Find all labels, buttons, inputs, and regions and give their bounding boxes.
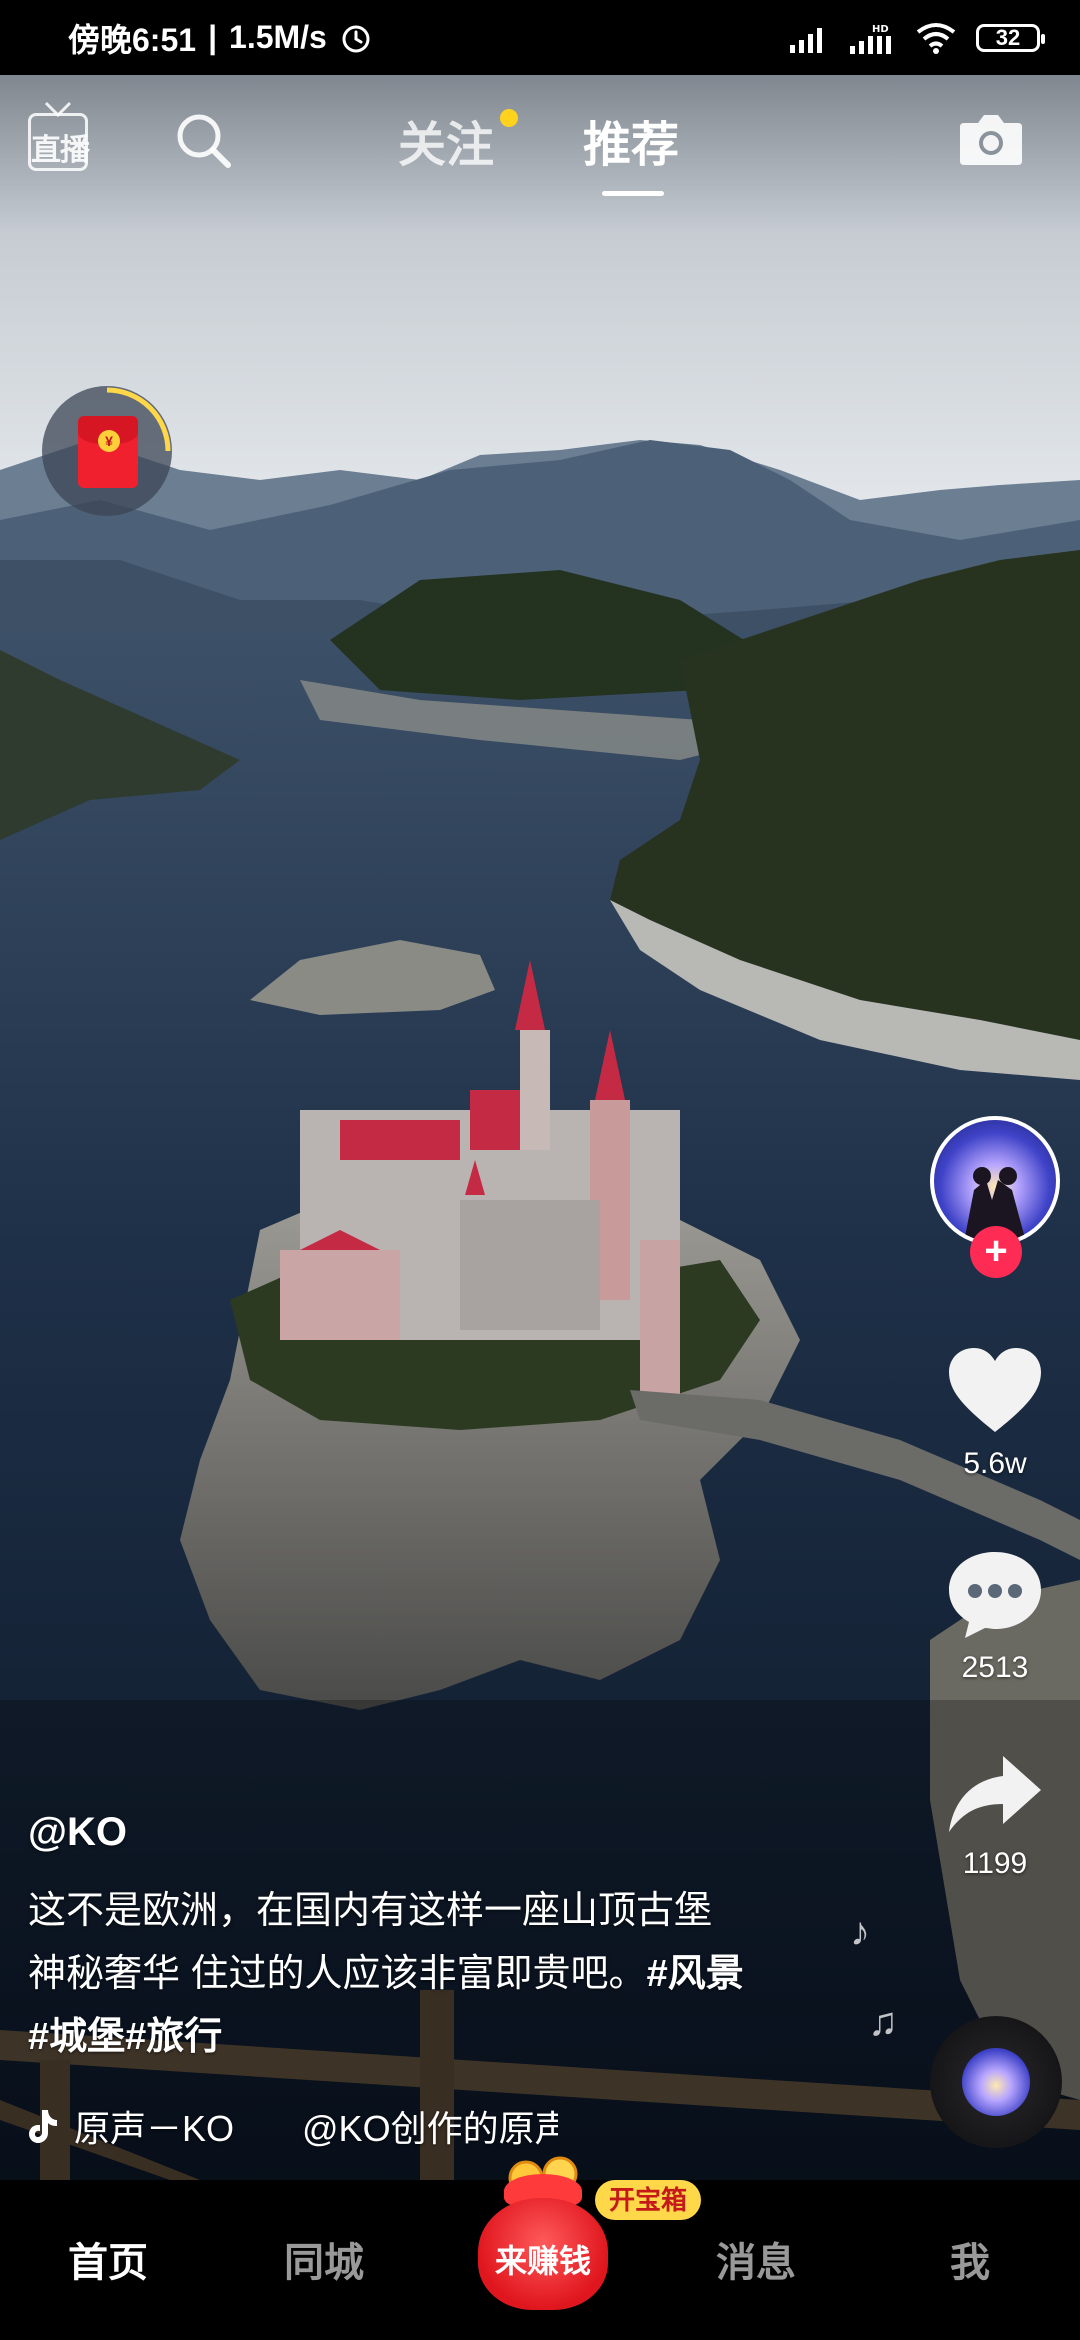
hashtag-scenery[interactable]: #风景 [647,1953,744,1995]
battery-indicator: 32 [976,23,1045,52]
video-caption: 这不是欧洲，在国内有这样一座山顶古堡 神秘奢华 住过的人应该非富即贵吧。#风景 … [28,1880,828,2069]
follow-notification-dot [500,109,518,127]
avatar-silhouette-icon [964,1167,1026,1242]
follow-author-button[interactable]: + [970,1226,1022,1278]
earn-label: 来赚钱 [494,2243,591,2279]
status-left: 傍晚6:51 | 1.5M/s [68,15,373,61]
earn-money-button[interactable]: 来赚钱 [474,2156,612,2320]
caption-line-2: 神秘奢华 住过的人应该非富即贵吧。 [28,1953,647,1995]
battery-level: 32 [995,24,1021,50]
comment-button[interactable]: 2513 [935,1548,1055,1685]
hashtag-travel[interactable]: #旅行 [125,2016,222,2058]
camera-icon [960,115,1022,165]
like-count: 5.6w [963,1447,1027,1480]
comment-bubble-icon [949,1552,1041,1638]
camera-button[interactable] [958,109,1024,169]
tiktok-note-icon [29,2110,57,2143]
network-speed: 1.5M/s [229,19,327,55]
signal-icon [790,27,822,53]
caption-line-1: 这不是欧洲，在国内有这样一座山顶古堡 [28,1890,713,1932]
music-disc[interactable] [930,2016,1062,2148]
music-note-icon: ♪ [850,1910,870,1954]
svg-text:HD: HD [872,24,889,35]
hd-signal-icon: HD [850,24,891,54]
video-frame[interactable] [0,0,1080,2180]
open-chest-badge[interactable]: 开宝箱 [595,2180,702,2220]
search-icon [177,114,231,168]
tab-recommend[interactable]: 推荐 [583,105,679,175]
red-packet-widget[interactable]: ¥ [42,386,172,516]
share-arrow-icon [949,1756,1041,1832]
nav-nearby[interactable]: 同城 [284,2230,364,2288]
red-envelope-icon: ¥ [78,416,138,488]
share-count: 1199 [962,1847,1028,1880]
yuan-coin-icon: ¥ [98,430,120,452]
nav-profile[interactable]: 我 [950,2230,990,2288]
active-tab-indicator [602,191,664,196]
wifi-icon [916,22,956,54]
status-bar: 傍晚6:51 | 1.5M/s HD 32 [0,0,1080,75]
music-title: 原声－KO [74,2108,235,2149]
music-info[interactable]: 原声－KO @KO创作的原声 [28,2100,558,2152]
top-nav: 直播 关注 推荐 [0,95,1080,205]
live-label: 直播 [31,134,90,167]
tab-follow[interactable]: 关注 [398,105,494,175]
status-separator: | [208,19,218,55]
search-button[interactable] [172,109,236,173]
hashtag-castle[interactable]: #城堡 [28,2016,125,2058]
status-time: 傍晚6:51 [68,21,197,58]
alarm-icon [342,25,370,52]
landscape-illustration [0,0,1080,2180]
like-button[interactable]: 5.6w [935,1346,1055,1481]
share-button[interactable]: 1199 [935,1752,1055,1881]
nav-home[interactable]: 首页 [68,2230,148,2288]
heart-icon [949,1348,1041,1432]
comment-count: 2513 [961,1651,1029,1684]
music-creator: @KO创作的原声 [302,2108,559,2149]
nav-messages[interactable]: 消息 [716,2230,796,2288]
status-right: HD 32 [790,22,1045,54]
music-cover [962,2048,1030,2116]
music-note-icon-2: ♫ [868,2000,898,2044]
author-handle[interactable]: @KO [28,1810,127,1855]
live-button[interactable]: 直播 [28,101,92,171]
